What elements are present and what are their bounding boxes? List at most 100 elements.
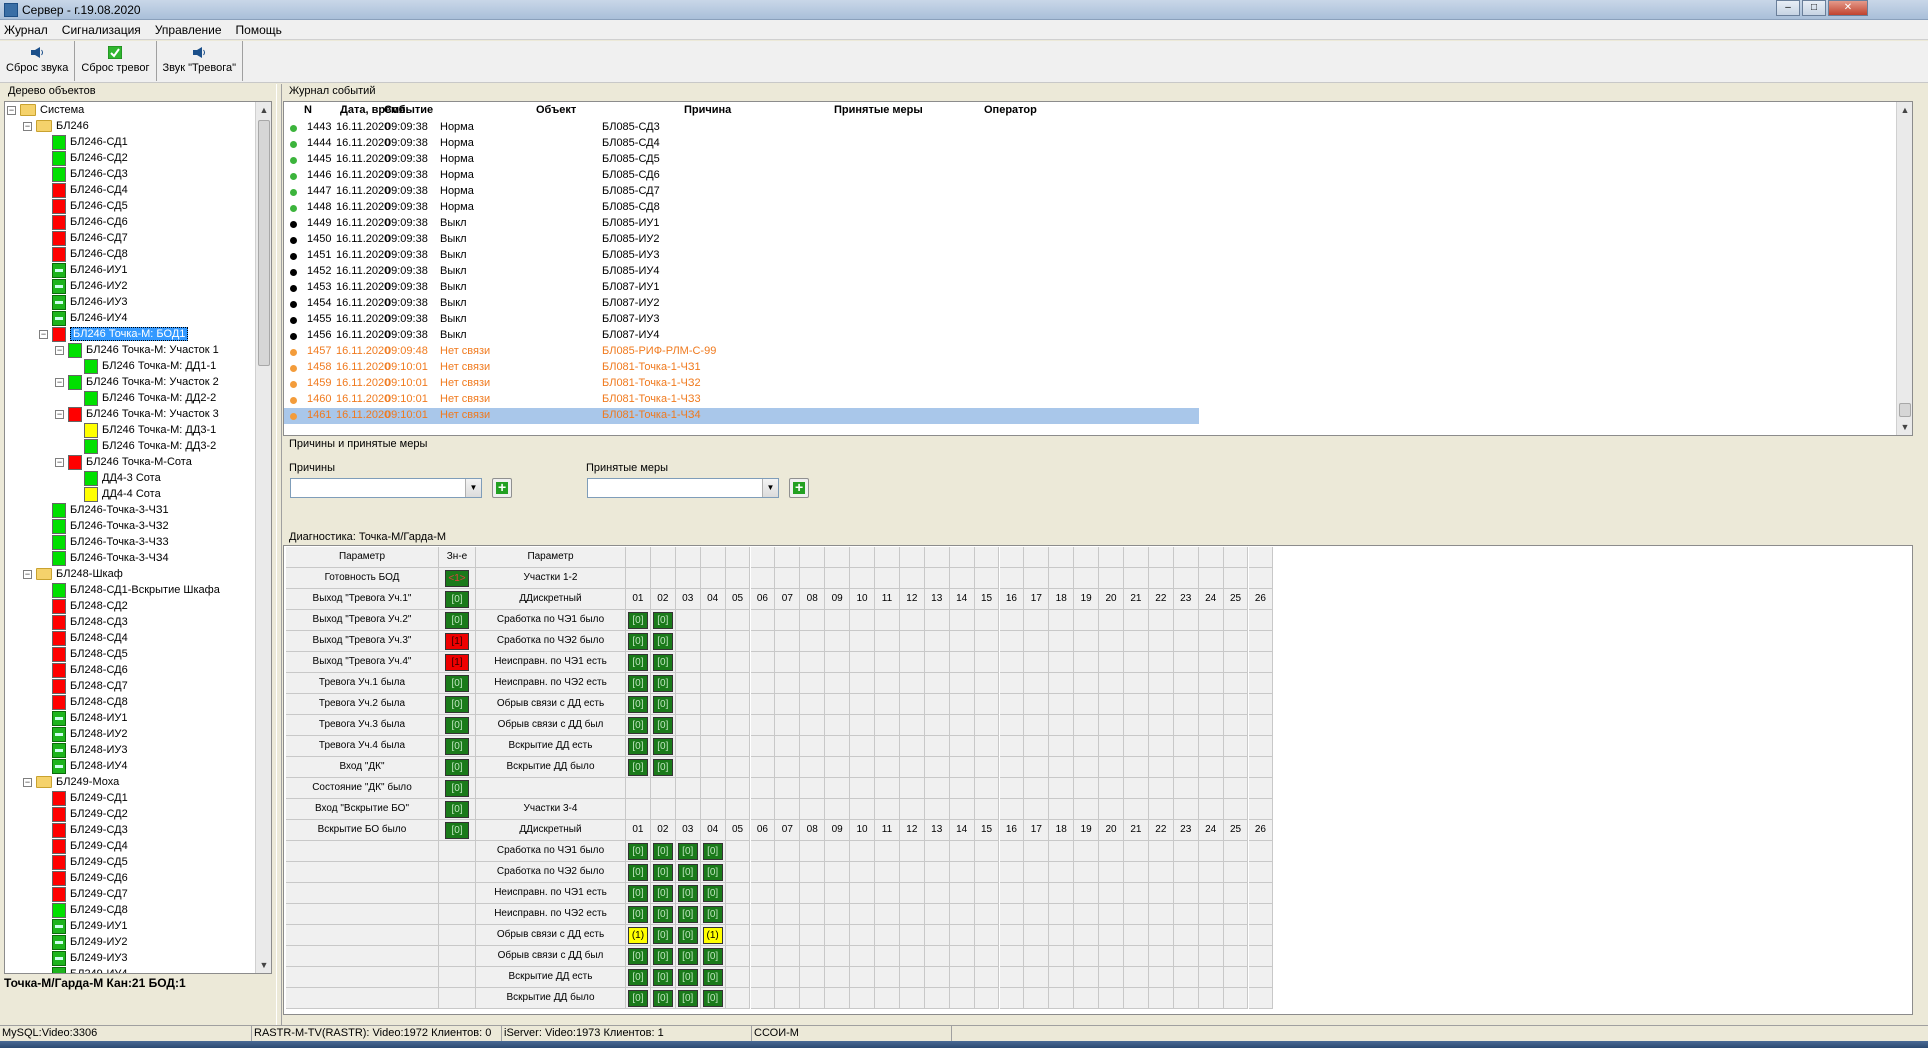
collapse-toggle-icon[interactable]: −: [23, 121, 32, 131]
tree-item[interactable]: БЛ248-СД2: [39, 598, 128, 614]
tree-item[interactable]: БЛ249-СД4: [39, 838, 128, 854]
panel-splitter[interactable]: [276, 84, 282, 1025]
collapse-toggle-icon[interactable]: −: [7, 105, 16, 115]
tree-item[interactable]: − Система: [7, 102, 84, 118]
tree-item[interactable]: − БЛ248-Шкаф: [23, 566, 123, 582]
tree-item[interactable]: БЛ249-СД2: [39, 806, 128, 822]
reset-sound-button[interactable]: Сброс звука: [0, 41, 76, 81]
menu-help[interactable]: Помощь: [236, 23, 282, 37]
tree-item[interactable]: БЛ246 Точка-М: ДД3-2: [71, 438, 216, 454]
journal-row[interactable]: 1447 16.11.2020 09:09:38 Норма БЛ085-СД7: [284, 184, 1199, 200]
journal-row[interactable]: 1449 16.11.2020 09:09:38 Выкл БЛ085-ИУ1: [284, 216, 1199, 232]
journal-scroll-thumb[interactable]: [1899, 403, 1911, 417]
journal-column-header[interactable]: Принятые меры: [834, 104, 923, 120]
tree-item[interactable]: БЛ248-ИУ1: [39, 710, 127, 726]
collapse-toggle-icon[interactable]: −: [23, 569, 32, 579]
tree-item[interactable]: БЛ246-СД7: [39, 230, 128, 246]
journal-row[interactable]: 1445 16.11.2020 09:09:38 Норма БЛ085-СД5: [284, 152, 1199, 168]
scroll-down-arrow-icon[interactable]: ▼: [1897, 419, 1912, 435]
tree-item[interactable]: БЛ246 Точка-М: ДД1-1: [71, 358, 216, 374]
scroll-down-arrow-icon[interactable]: ▼: [256, 957, 271, 973]
tree-item[interactable]: БЛ249-СД8: [39, 902, 128, 918]
add-cause-button[interactable]: [492, 478, 512, 498]
tree-item[interactable]: БЛ248-СД6: [39, 662, 128, 678]
tree-item[interactable]: БЛ249-ИУ2: [39, 934, 127, 950]
tree-item[interactable]: БЛ248-ИУ3: [39, 742, 127, 758]
tree-item[interactable]: БЛ246-ИУ4: [39, 310, 127, 326]
journal-row[interactable]: 1453 16.11.2020 09:09:38 Выкл БЛ087-ИУ1: [284, 280, 1199, 296]
chevron-down-icon[interactable]: ▼: [762, 479, 778, 497]
journal-row[interactable]: 1443 16.11.2020 09:09:38 Норма БЛ085-СД3: [284, 120, 1199, 136]
menu-control[interactable]: Управление: [155, 23, 222, 37]
tree-item[interactable]: ДД4-3 Сота: [71, 470, 161, 486]
tree-item[interactable]: БЛ246-Точка-3-ЧЗ4: [39, 550, 169, 566]
journal-row[interactable]: 1446 16.11.2020 09:09:38 Норма БЛ085-СД6: [284, 168, 1199, 184]
add-measure-button[interactable]: [789, 478, 809, 498]
tree-item[interactable]: БЛ246-ИУ2: [39, 278, 127, 294]
journal-row[interactable]: 1460 16.11.2020 09:10:01 Нет связи БЛ081-Точ…: [284, 392, 1199, 408]
collapse-toggle-icon[interactable]: −: [23, 777, 32, 787]
tree-item[interactable]: БЛ249-СД7: [39, 886, 128, 902]
tree-item[interactable]: − БЛ246 Точка-М: Участок 1: [55, 342, 219, 358]
menu-journal[interactable]: Журнал: [4, 23, 48, 37]
tree-item[interactable]: БЛ248-СД5: [39, 646, 128, 662]
menu-signaling[interactable]: Сигнализация: [62, 23, 141, 37]
tree-item[interactable]: − БЛ246 Точка-М: Участок 2: [55, 374, 219, 390]
event-journal[interactable]: N Дата, время Событие Объект Причина Принятые…: [283, 101, 1913, 436]
journal-row[interactable]: 1458 16.11.2020 09:10:01 Нет связи БЛ081-Точ…: [284, 360, 1199, 376]
journal-column-header[interactable]: Причина: [684, 104, 731, 120]
measures-select[interactable]: ▼: [587, 478, 779, 498]
tree-item[interactable]: − БЛ246 Точка-М: Участок 3: [55, 406, 219, 422]
journal-row[interactable]: 1457 16.11.2020 09:09:48 Нет связи БЛ085-РИФ…: [284, 344, 1199, 360]
reset-alarms-button[interactable]: Сброс тревог: [75, 41, 157, 81]
journal-column-header[interactable]: Объект: [536, 104, 576, 120]
journal-row[interactable]: 1451 16.11.2020 09:09:38 Выкл БЛ085-ИУ3: [284, 248, 1199, 264]
tree-item[interactable]: БЛ248-СД1-Вскрытие Шкафа: [39, 582, 220, 598]
tree-item[interactable]: ДД4-4 Сота: [71, 486, 161, 502]
tree-item[interactable]: БЛ248-СД4: [39, 630, 128, 646]
tree-item[interactable]: − БЛ249-Моха: [23, 774, 119, 790]
tree-item[interactable]: БЛ249-ИУ1: [39, 918, 127, 934]
tree-item[interactable]: БЛ246-ИУ1: [39, 262, 127, 278]
journal-column-header[interactable]: Оператор: [984, 104, 1037, 120]
tree-item[interactable]: БЛ246-СД2: [39, 150, 128, 166]
tree-item[interactable]: БЛ249-ИУ4: [39, 966, 127, 973]
tree-item[interactable]: БЛ248-ИУ4: [39, 758, 127, 774]
object-tree[interactable]: − Система − БЛ246 БЛ246-СД1 БЛ246-СД2 БЛ246-СД…: [4, 101, 272, 974]
tree-item[interactable]: − БЛ246 Точка-М-Сота: [55, 454, 192, 470]
tree-item[interactable]: БЛ249-СД3: [39, 822, 128, 838]
scroll-up-arrow-icon[interactable]: ▲: [1897, 102, 1912, 118]
journal-row[interactable]: 1455 16.11.2020 09:09:38 Выкл БЛ087-ИУ3: [284, 312, 1199, 328]
chevron-down-icon[interactable]: ▼: [465, 479, 481, 497]
journal-column-header[interactable]: N: [304, 104, 312, 120]
tree-scrollbar[interactable]: ▲ ▼: [255, 102, 271, 973]
tree-item[interactable]: БЛ246-СД5: [39, 198, 128, 214]
close-button[interactable]: ✕: [1828, 0, 1868, 16]
tree-item[interactable]: БЛ246-СД1: [39, 134, 128, 150]
collapse-toggle-icon[interactable]: −: [55, 377, 64, 387]
tree-item[interactable]: БЛ246-ИУ3: [39, 294, 127, 310]
alarm-sound-button[interactable]: Звук "Тревога": [157, 41, 244, 81]
collapse-toggle-icon[interactable]: −: [55, 457, 64, 467]
tree-item[interactable]: БЛ249-ИУ3: [39, 950, 127, 966]
tree-item[interactable]: − БЛ246 Точка-М: БОД1: [39, 326, 189, 342]
journal-row[interactable]: 1444 16.11.2020 09:09:38 Норма БЛ085-СД4: [284, 136, 1199, 152]
journal-column-header[interactable]: Событие: [384, 104, 433, 120]
tree-scroll-thumb[interactable]: [258, 120, 270, 366]
collapse-toggle-icon[interactable]: −: [55, 409, 64, 419]
tree-item[interactable]: БЛ246-Точка-3-ЧЗ2: [39, 518, 169, 534]
journal-row[interactable]: 1454 16.11.2020 09:09:38 Выкл БЛ087-ИУ2: [284, 296, 1199, 312]
tree-item[interactable]: БЛ246-СД6: [39, 214, 128, 230]
tree-item[interactable]: БЛ248-СД3: [39, 614, 128, 630]
tree-item[interactable]: БЛ249-СД1: [39, 790, 128, 806]
tree-item[interactable]: БЛ248-СД7: [39, 678, 128, 694]
tree-item[interactable]: БЛ248-СД8: [39, 694, 128, 710]
tree-item[interactable]: БЛ246-СД4: [39, 182, 128, 198]
tree-item[interactable]: БЛ246-Точка-3-ЧЗ3: [39, 534, 169, 550]
tree-item[interactable]: БЛ249-СД5: [39, 854, 128, 870]
tree-item[interactable]: БЛ246 Точка-М: ДД2-2: [71, 390, 216, 406]
tree-item[interactable]: БЛ246-СД3: [39, 166, 128, 182]
tree-item[interactable]: БЛ246 Точка-М: ДД3-1: [71, 422, 216, 438]
minimize-button[interactable]: –: [1776, 0, 1800, 16]
causes-select[interactable]: ▼: [290, 478, 482, 498]
